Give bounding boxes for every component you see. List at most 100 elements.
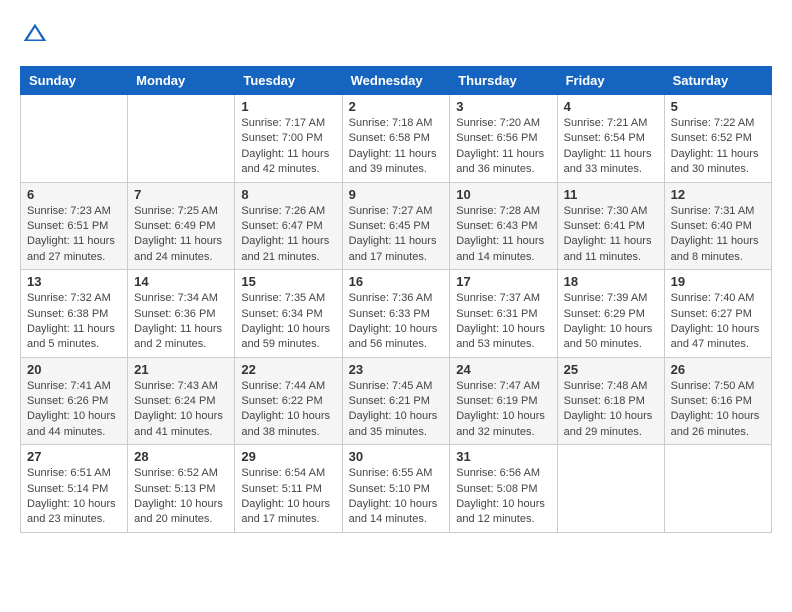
calendar-day-header: Thursday [450, 67, 557, 95]
day-number: 30 [349, 449, 444, 464]
day-detail: Sunrise: 7:31 AM Sunset: 6:40 PM Dayligh… [671, 204, 765, 266]
day-number: 8 [241, 187, 335, 202]
day-number: 26 [671, 362, 765, 377]
day-detail: Sunrise: 7:36 AM Sunset: 6:33 PM Dayligh… [349, 291, 444, 353]
day-detail: Sunrise: 7:37 AM Sunset: 6:31 PM Dayligh… [456, 291, 550, 353]
day-number: 17 [456, 274, 550, 289]
calendar-cell [21, 95, 128, 183]
calendar-day-header: Saturday [664, 67, 771, 95]
day-detail: Sunrise: 6:52 AM Sunset: 5:13 PM Dayligh… [134, 466, 228, 528]
calendar-cell: 18Sunrise: 7:39 AM Sunset: 6:29 PM Dayli… [557, 270, 664, 358]
calendar-cell: 30 Sunrise: 6:55 AM Sunset: 5:10 PM Dayli… [342, 445, 450, 533]
calendar-cell: 26 Sunrise: 7:50 AM Sunset: 6:16 PM Dayli… [664, 357, 771, 445]
day-number: 3 [456, 99, 550, 114]
calendar-week-row: 27Sunrise: 6:51 AM Sunset: 5:14 PM Dayli… [21, 445, 772, 533]
calendar-cell: 24 Sunrise: 7:47 AM Sunset: 6:19 PM Dayli… [450, 357, 557, 445]
day-detail: Sunrise: 6:51 AM Sunset: 5:14 PM Dayligh… [27, 466, 121, 528]
day-number: 24 [456, 362, 550, 377]
day-number: 4 [564, 99, 658, 114]
day-detail: Sunrise: 6:54 AM Sunset: 5:11 PM Dayligh… [241, 466, 335, 528]
day-number: 22 [241, 362, 335, 377]
day-detail: Sunrise: 7:50 AM Sunset: 6:16 PM Dayligh… [671, 379, 765, 441]
calendar-cell: 5Sunrise: 7:22 AM Sunset: 6:52 PM Daylig… [664, 95, 771, 183]
calendar-cell: 31Sunrise: 6:56 AM Sunset: 5:08 PM Dayli… [450, 445, 557, 533]
calendar-cell [664, 445, 771, 533]
day-detail: Sunrise: 7:23 AM Sunset: 6:51 PM Dayligh… [27, 204, 121, 266]
day-number: 6 [27, 187, 121, 202]
calendar-cell: 14Sunrise: 7:34 AM Sunset: 6:36 PM Dayli… [128, 270, 235, 358]
calendar-cell: 29 Sunrise: 6:54 AM Sunset: 5:11 PM Dayli… [235, 445, 342, 533]
day-number: 9 [349, 187, 444, 202]
day-detail: Sunrise: 7:21 AM Sunset: 6:54 PM Dayligh… [564, 116, 658, 178]
day-number: 2 [349, 99, 444, 114]
calendar-cell: 25Sunrise: 7:48 AM Sunset: 6:18 PM Dayli… [557, 357, 664, 445]
calendar-cell: 21 Sunrise: 7:43 AM Sunset: 6:24 PM Dayli… [128, 357, 235, 445]
calendar-cell [557, 445, 664, 533]
day-number: 29 [241, 449, 335, 464]
day-detail: Sunrise: 7:17 AM Sunset: 7:00 PM Dayligh… [241, 116, 335, 178]
calendar-cell: 19 Sunrise: 7:40 AM Sunset: 6:27 PM Dayli… [664, 270, 771, 358]
day-detail: Sunrise: 7:32 AM Sunset: 6:38 PM Dayligh… [27, 291, 121, 353]
day-number: 11 [564, 187, 658, 202]
day-detail: Sunrise: 6:55 AM Sunset: 5:10 PM Dayligh… [349, 466, 444, 528]
day-detail: Sunrise: 7:28 AM Sunset: 6:43 PM Dayligh… [456, 204, 550, 266]
day-detail: Sunrise: 7:48 AM Sunset: 6:18 PM Dayligh… [564, 379, 658, 441]
day-detail: Sunrise: 7:25 AM Sunset: 6:49 PM Dayligh… [134, 204, 228, 266]
calendar-cell: 16 Sunrise: 7:36 AM Sunset: 6:33 PM Dayli… [342, 270, 450, 358]
day-detail: Sunrise: 7:45 AM Sunset: 6:21 PM Dayligh… [349, 379, 444, 441]
day-number: 18 [564, 274, 658, 289]
calendar-cell: 28 Sunrise: 6:52 AM Sunset: 5:13 PM Dayli… [128, 445, 235, 533]
calendar-cell: 27Sunrise: 6:51 AM Sunset: 5:14 PM Dayli… [21, 445, 128, 533]
day-detail: Sunrise: 7:26 AM Sunset: 6:47 PM Dayligh… [241, 204, 335, 266]
calendar-cell: 20Sunrise: 7:41 AM Sunset: 6:26 PM Dayli… [21, 357, 128, 445]
calendar-cell: 7Sunrise: 7:25 AM Sunset: 6:49 PM Daylig… [128, 182, 235, 270]
day-detail: Sunrise: 7:18 AM Sunset: 6:58 PM Dayligh… [349, 116, 444, 178]
calendar-cell [128, 95, 235, 183]
calendar-week-row: 1 Sunrise: 7:17 AM Sunset: 7:00 PM Daylig… [21, 95, 772, 183]
calendar-cell: 4 Sunrise: 7:21 AM Sunset: 6:54 PM Daylig… [557, 95, 664, 183]
calendar-week-row: 6 Sunrise: 7:23 AM Sunset: 6:51 PM Daylig… [21, 182, 772, 270]
day-detail: Sunrise: 7:47 AM Sunset: 6:19 PM Dayligh… [456, 379, 550, 441]
calendar-cell: 3 Sunrise: 7:20 AM Sunset: 6:56 PM Daylig… [450, 95, 557, 183]
calendar-week-row: 20Sunrise: 7:41 AM Sunset: 6:26 PM Dayli… [21, 357, 772, 445]
calendar-day-header: Monday [128, 67, 235, 95]
day-detail: Sunrise: 7:41 AM Sunset: 6:26 PM Dayligh… [27, 379, 121, 441]
calendar-cell: 13 Sunrise: 7:32 AM Sunset: 6:38 PM Dayli… [21, 270, 128, 358]
calendar-cell: 11 Sunrise: 7:30 AM Sunset: 6:41 PM Dayli… [557, 182, 664, 270]
day-detail: Sunrise: 7:27 AM Sunset: 6:45 PM Dayligh… [349, 204, 444, 266]
calendar-cell: 23 Sunrise: 7:45 AM Sunset: 6:21 PM Dayli… [342, 357, 450, 445]
calendar-table: SundayMondayTuesdayWednesdayThursdayFrid… [20, 66, 772, 533]
calendar-cell: 17 Sunrise: 7:37 AM Sunset: 6:31 PM Dayli… [450, 270, 557, 358]
day-number: 10 [456, 187, 550, 202]
day-number: 21 [134, 362, 228, 377]
day-detail: Sunrise: 7:20 AM Sunset: 6:56 PM Dayligh… [456, 116, 550, 178]
day-detail: Sunrise: 7:43 AM Sunset: 6:24 PM Dayligh… [134, 379, 228, 441]
calendar-cell: 6 Sunrise: 7:23 AM Sunset: 6:51 PM Daylig… [21, 182, 128, 270]
day-number: 16 [349, 274, 444, 289]
day-number: 1 [241, 99, 335, 114]
calendar-cell: 15 Sunrise: 7:35 AM Sunset: 6:34 PM Dayli… [235, 270, 342, 358]
day-number: 13 [27, 274, 121, 289]
day-number: 5 [671, 99, 765, 114]
day-number: 14 [134, 274, 228, 289]
calendar-header-row: SundayMondayTuesdayWednesdayThursdayFrid… [21, 67, 772, 95]
calendar-body: 1 Sunrise: 7:17 AM Sunset: 7:00 PM Daylig… [21, 95, 772, 533]
calendar-cell: 12 Sunrise: 7:31 AM Sunset: 6:40 PM Dayli… [664, 182, 771, 270]
page-header [20, 20, 772, 50]
calendar-day-header: Sunday [21, 67, 128, 95]
day-number: 19 [671, 274, 765, 289]
day-number: 23 [349, 362, 444, 377]
day-detail: Sunrise: 7:40 AM Sunset: 6:27 PM Dayligh… [671, 291, 765, 353]
day-number: 15 [241, 274, 335, 289]
day-detail: Sunrise: 7:44 AM Sunset: 6:22 PM Dayligh… [241, 379, 335, 441]
calendar-cell: 8 Sunrise: 7:26 AM Sunset: 6:47 PM Daylig… [235, 182, 342, 270]
day-number: 28 [134, 449, 228, 464]
day-number: 12 [671, 187, 765, 202]
day-detail: Sunrise: 7:35 AM Sunset: 6:34 PM Dayligh… [241, 291, 335, 353]
calendar-cell: 9 Sunrise: 7:27 AM Sunset: 6:45 PM Daylig… [342, 182, 450, 270]
calendar-cell: 1 Sunrise: 7:17 AM Sunset: 7:00 PM Daylig… [235, 95, 342, 183]
calendar-cell: 2 Sunrise: 7:18 AM Sunset: 6:58 PM Daylig… [342, 95, 450, 183]
calendar-cell: 10 Sunrise: 7:28 AM Sunset: 6:43 PM Dayli… [450, 182, 557, 270]
calendar-day-header: Wednesday [342, 67, 450, 95]
day-detail: Sunrise: 7:30 AM Sunset: 6:41 PM Dayligh… [564, 204, 658, 266]
